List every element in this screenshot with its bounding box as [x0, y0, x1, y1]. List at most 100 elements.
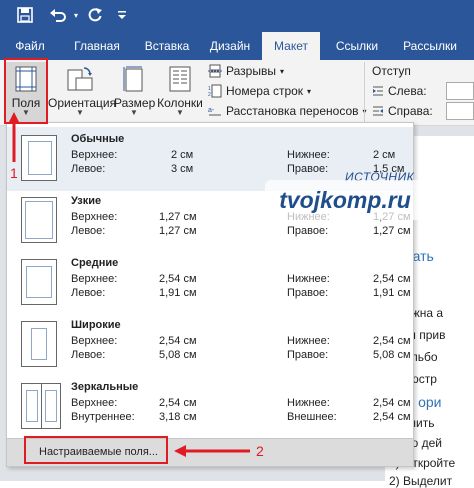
preset-label: Верхнее: [71, 397, 118, 409]
watermark-site: tvojkomp.ru [265, 180, 425, 220]
preset-value: 3 см [171, 163, 194, 175]
preset-value: 1,91 см [373, 287, 411, 299]
preset-name: Узкие [71, 195, 102, 207]
preset-value: 1,27 см [373, 225, 411, 237]
preset-name: Широкие [71, 319, 121, 331]
preset-label: Правое: [287, 349, 329, 361]
margin-preview-icon [21, 259, 57, 305]
columns-icon [169, 66, 191, 92]
indent-right-label: Справа: [388, 104, 433, 118]
chevron-down-icon: ▾ [279, 66, 284, 76]
line-numbers-icon: 12 [208, 84, 222, 98]
orientation-icon [67, 67, 93, 91]
preset-value: 2,54 см [159, 335, 197, 347]
indent-right-input[interactable] [446, 102, 474, 120]
annotation-arrow-left-icon [174, 445, 250, 457]
margin-preview-icon [21, 135, 57, 181]
ribbon-separator [364, 62, 365, 122]
undo-icon[interactable] [46, 4, 70, 26]
preset-value: 5,08 см [159, 349, 197, 361]
margin-preview-icon [21, 197, 57, 243]
preset-value: 3,18 см [159, 411, 197, 423]
indent-left-icon [373, 86, 383, 96]
annotation-step-1: 1 [10, 165, 18, 181]
preset-label: Нижнее: [287, 273, 330, 285]
margin-preview-icon [21, 383, 61, 429]
indent-left-row: Слева: [372, 84, 427, 98]
indent-group-label: Отступ [372, 64, 411, 78]
tab-mailings[interactable]: Рассылки [394, 32, 466, 60]
breaks-icon [208, 64, 222, 78]
preset-label: Правое: [287, 225, 329, 237]
tab-home[interactable]: Главная [64, 32, 130, 60]
tab-file[interactable]: Файл [6, 32, 54, 60]
preset-value: 2,54 см [159, 397, 197, 409]
preset-label: Верхнее: [71, 149, 118, 161]
annotation-arrow-up-icon [8, 112, 20, 162]
redo-icon[interactable] [84, 4, 106, 26]
preset-label: Правое: [287, 287, 329, 299]
preset-value: 2,54 см [373, 397, 411, 409]
hyphenation-label: Расстановка переносов [226, 104, 359, 118]
tab-insert[interactable]: Вставка [136, 32, 198, 60]
preset-label: Верхнее: [71, 211, 118, 223]
ribbon-layout: Поля ▼ Ориентация ▼ Размер ▼ Колонки ▼ Р… [0, 60, 474, 126]
preset-value: 2,54 см [373, 273, 411, 285]
chevron-down-icon: ▼ [130, 108, 138, 117]
doc-line: 2) Выделит [389, 474, 453, 488]
hyphenation-button[interactable]: a- Расстановка переносов▾ [208, 104, 367, 118]
orientation-button[interactable]: Ориентация ▼ [48, 62, 116, 122]
margin-preset-mirrored[interactable]: Зеркальные Верхнее: 2,54 см Нижнее: 2,54… [7, 375, 413, 439]
line-numbers-label: Номера строк [226, 84, 304, 98]
preset-name: Средние [71, 257, 119, 269]
line-numbers-button[interactable]: 12 Номера строк ▾ [208, 84, 311, 98]
margin-preset-wide[interactable]: Широкие Верхнее: 2,54 см Нижнее: 2,54 см… [7, 313, 413, 377]
preset-label: Левое: [71, 287, 106, 299]
preset-name: Зеркальные [71, 381, 139, 393]
preset-label: Нижнее: [287, 149, 330, 161]
save-icon[interactable] [14, 4, 36, 26]
preset-value: 1,27 см [159, 225, 197, 237]
indent-left-label: Слева: [388, 84, 427, 98]
preset-label: Правое: [287, 163, 329, 175]
indent-right-icon [373, 106, 383, 116]
size-icon [123, 66, 143, 92]
indent-right-row: Справа: [372, 104, 433, 118]
annotation-box-custom [24, 436, 168, 464]
preset-name: Обычные [71, 133, 125, 145]
chevron-down-icon: ▼ [176, 108, 184, 117]
hyphenation-icon: a- [208, 107, 221, 116]
tab-references[interactable]: Ссылки [326, 32, 388, 60]
preset-value: 2,54 см [159, 273, 197, 285]
preset-value: 2 см [171, 149, 194, 161]
preset-label: Левое: [71, 225, 106, 237]
breaks-button[interactable]: Разрывы ▾ [208, 64, 284, 78]
columns-button[interactable]: Колонки ▼ [156, 62, 204, 122]
preset-label: Верхнее: [71, 335, 118, 347]
undo-dropdown-icon[interactable]: ▾ [70, 4, 82, 26]
preset-value: 2,54 см [373, 411, 411, 423]
preset-label: Левое: [71, 349, 106, 361]
margin-preview-icon [21, 321, 57, 367]
preset-label: Внутреннее: [71, 411, 135, 423]
preset-label: Нижнее: [287, 335, 330, 347]
preset-value: 5,08 см [373, 349, 411, 361]
customize-qat-icon[interactable] [114, 4, 130, 26]
preset-value: 2,54 см [373, 335, 411, 347]
margin-preset-moderate[interactable]: Средние Верхнее: 2,54 см Нижнее: 2,54 см… [7, 251, 413, 315]
preset-label: Внешнее: [287, 411, 337, 423]
size-button[interactable]: Размер ▼ [114, 62, 155, 122]
svg-text:a-: a- [208, 107, 215, 114]
svg-text:2: 2 [208, 92, 211, 98]
preset-value: 1,91 см [159, 287, 197, 299]
chevron-down-icon: ▾ [307, 86, 312, 96]
preset-label: Верхнее: [71, 273, 118, 285]
breaks-label: Разрывы [226, 64, 276, 78]
chevron-down-icon: ▼ [76, 108, 84, 117]
preset-label: Левое: [71, 163, 106, 175]
tab-layout[interactable]: Макет [262, 32, 320, 60]
tab-design[interactable]: Дизайн [202, 32, 258, 60]
preset-value: 1,27 см [159, 211, 197, 223]
indent-left-input[interactable] [446, 82, 474, 100]
ribbon-tabs: Файл Главная Вставка Дизайн Макет Ссылки… [0, 32, 474, 60]
